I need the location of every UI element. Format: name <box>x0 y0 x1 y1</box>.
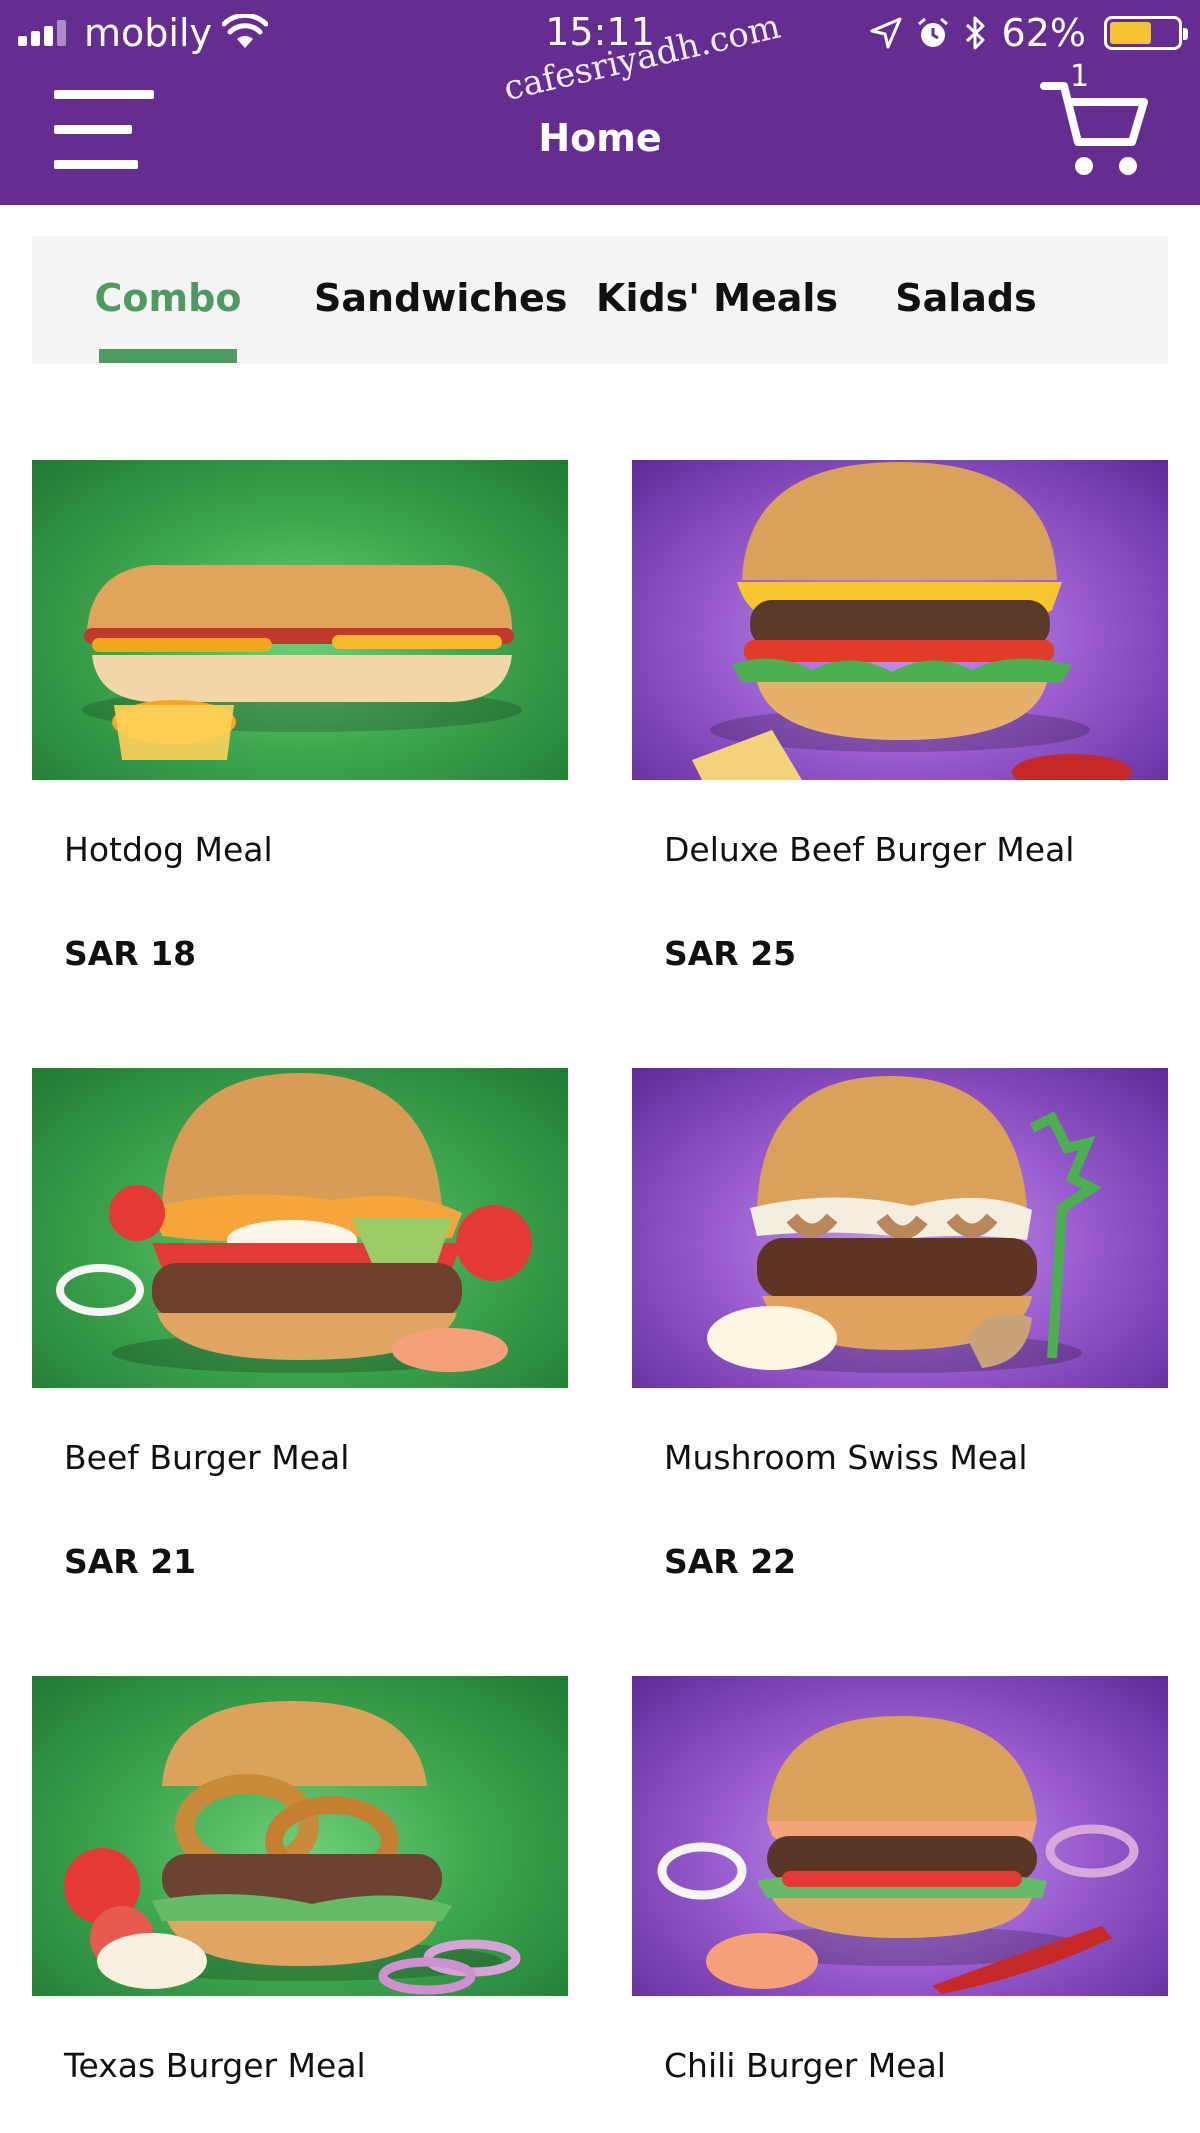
app-header: mobily 15:11 62% cafesriyadh.com Home 1 <box>0 0 1200 205</box>
status-right-group: 62% <box>870 10 1188 56</box>
product-price: SAR 25 <box>664 934 797 973</box>
product-card[interactable]: Hotdog Meal SAR 18 <box>32 460 568 973</box>
product-price: SAR 22 <box>664 1542 797 1581</box>
tab-combo[interactable]: Combo <box>68 236 268 364</box>
location-arrow-icon <box>870 17 902 49</box>
product-image <box>632 460 1168 780</box>
product-image <box>632 1676 1168 1996</box>
category-tabs: Combo Sandwiches Kids' Meals Salads <box>32 236 1168 364</box>
product-image <box>32 1068 568 1388</box>
tab-salads[interactable]: Salads <box>892 236 1040 364</box>
tab-sandwiches[interactable]: Sandwiches <box>314 236 567 364</box>
bluetooth-icon <box>965 16 985 50</box>
product-price: SAR 18 <box>64 934 197 973</box>
product-card[interactable]: Beef Burger Meal SAR 21 <box>32 1068 568 1581</box>
product-image <box>32 460 568 780</box>
battery-percent: 62% <box>1001 11 1086 55</box>
product-name: Hotdog Meal <box>64 830 273 869</box>
product-card[interactable]: Chili Burger Meal <box>632 1676 1168 2085</box>
product-card[interactable]: Mushroom Swiss Meal SAR 22 <box>632 1068 1168 1581</box>
active-tab-indicator <box>99 349 237 363</box>
cart-icon[interactable] <box>1040 70 1150 182</box>
product-image <box>632 1068 1168 1388</box>
product-image <box>32 1676 568 1996</box>
product-name: Beef Burger Meal <box>64 1438 350 1477</box>
page-title: Home <box>538 116 662 160</box>
product-name: Chili Burger Meal <box>664 2046 946 2085</box>
product-name: Deluxe Beef Burger Meal <box>664 830 1075 869</box>
battery-icon <box>1104 16 1188 50</box>
product-price: SAR 21 <box>64 1542 197 1581</box>
product-name: Texas Burger Meal <box>64 2046 366 2085</box>
product-card[interactable]: Texas Burger Meal <box>32 1676 568 2085</box>
product-name: Mushroom Swiss Meal <box>664 1438 1028 1477</box>
product-card[interactable]: Deluxe Beef Burger Meal SAR 25 <box>632 460 1168 973</box>
tab-kids-meals[interactable]: Kids' Meals <box>596 236 838 364</box>
battery-level <box>1110 22 1151 44</box>
alarm-icon <box>917 17 948 47</box>
